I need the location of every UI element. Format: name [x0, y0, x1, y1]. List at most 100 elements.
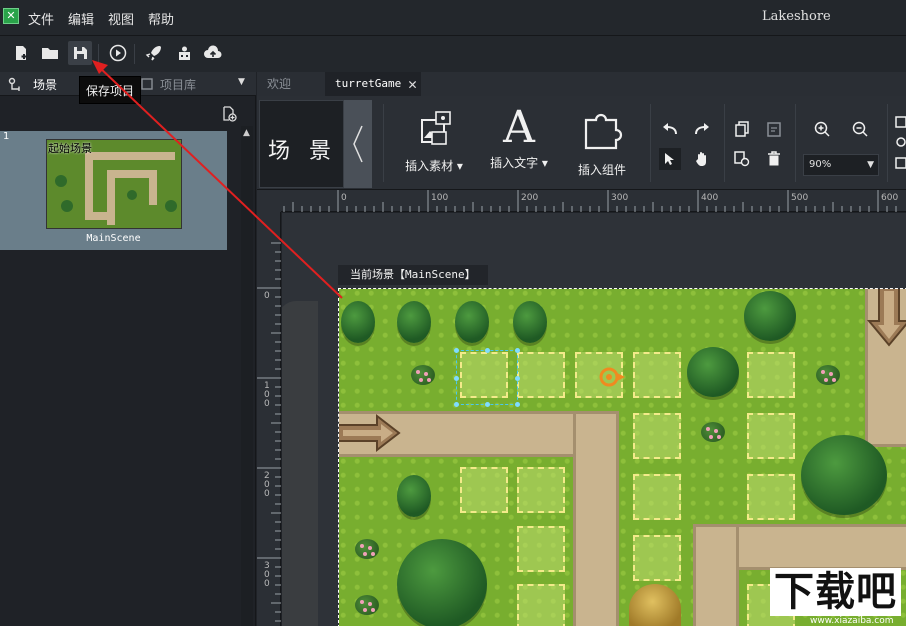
insert-material-button[interactable]: 插入素材 ▾ — [401, 106, 467, 174]
resize-handle[interactable] — [515, 348, 520, 353]
tree-sprite[interactable] — [801, 435, 887, 515]
cursor-arrow-icon — [665, 153, 674, 165]
tower-slot[interactable] — [517, 467, 565, 513]
resize-handle[interactable] — [485, 348, 490, 353]
resize-handle[interactable] — [454, 348, 459, 353]
tower-slot[interactable] — [517, 584, 565, 626]
insert-text-button[interactable]: A 插入文字 ▾ — [485, 106, 553, 171]
tower-slot[interactable] — [517, 352, 565, 398]
tower-slot[interactable] — [747, 474, 795, 520]
copy-button[interactable] — [731, 118, 753, 140]
menu-edit[interactable]: 编辑 — [68, 9, 94, 28]
haystack-sprite[interactable] — [629, 584, 681, 626]
tower-slot[interactable] — [633, 474, 681, 520]
rocket-icon — [145, 46, 161, 61]
toolbar-divider — [134, 44, 135, 64]
insert-component-button[interactable]: 插入组件 — [571, 106, 633, 178]
flower-bush-sprite[interactable] — [411, 365, 435, 385]
add-scene-icon[interactable] — [221, 106, 237, 122]
paste-button[interactable] — [763, 118, 785, 140]
target-marker-icon[interactable] — [599, 366, 629, 388]
select-tool-button[interactable] — [659, 148, 681, 170]
debug-button[interactable] — [172, 41, 196, 65]
app-title: Lakeshore — [762, 9, 831, 24]
ruler-label: 300 — [611, 193, 629, 203]
zoom-out-button[interactable] — [849, 118, 871, 140]
tab-project-library[interactable]: 项目库 — [160, 76, 196, 93]
hand-icon — [696, 152, 706, 166]
flower-bush-sprite[interactable] — [355, 595, 379, 615]
tree-sprite[interactable] — [687, 347, 739, 397]
tower-slot[interactable] — [747, 413, 795, 459]
zoom-in-button[interactable] — [811, 118, 833, 140]
ruler-label: 400 — [701, 193, 719, 203]
tower-slot[interactable] — [517, 526, 565, 572]
tree-sprite[interactable] — [397, 539, 487, 626]
publish-button[interactable] — [142, 41, 166, 65]
tree-sprite[interactable] — [341, 301, 375, 343]
open-project-button[interactable] — [38, 41, 62, 65]
tower-slot[interactable] — [460, 467, 508, 513]
scene-list-scrollbar[interactable]: ▲ — [241, 126, 253, 626]
tab-scenes[interactable]: 场景 — [33, 76, 57, 93]
tree-sprite[interactable] — [744, 291, 796, 341]
ruler-label: 0 — [341, 193, 347, 203]
text-a-icon: A — [503, 102, 535, 153]
title-bar: ✕ 文件 编辑 视图 帮助 Lakeshore — [0, 0, 906, 36]
tower-slot[interactable] — [633, 413, 681, 459]
delete-button[interactable] — [763, 148, 785, 170]
ruler-label: 600 — [881, 193, 899, 203]
ruler-label: 100 — [431, 193, 449, 203]
collapse-ribbon-button[interactable] — [344, 100, 372, 188]
scroll-up-icon[interactable]: ▲ — [243, 128, 250, 138]
tab-turretgame[interactable]: turretGame ✕ — [325, 72, 421, 96]
scene-thumbnail: 起始场景 — [46, 139, 182, 229]
resize-handle[interactable] — [485, 402, 490, 407]
tower-slot[interactable] — [747, 352, 795, 398]
current-scene-caption: 当前场景【MainScene】 — [338, 265, 488, 285]
insert-material-label: 插入素材 ▾ — [405, 159, 463, 173]
flower-bush-sprite[interactable] — [355, 539, 379, 559]
resize-handle[interactable] — [515, 376, 520, 381]
close-tab-icon[interactable]: ✕ — [408, 72, 417, 96]
menu-help[interactable]: 帮助 — [148, 9, 174, 28]
tree-sprite[interactable] — [397, 475, 431, 517]
watermark-logo: 下载吧 — [770, 568, 901, 616]
new-project-button[interactable] — [9, 41, 33, 65]
resize-handle[interactable] — [515, 402, 520, 407]
tree-sprite[interactable] — [397, 301, 431, 343]
tree-sprite[interactable] — [513, 301, 547, 343]
panel-menu-dropdown-icon[interactable]: ▼ — [238, 77, 245, 87]
tab-welcome[interactable]: 欢迎 — [257, 72, 325, 96]
zoom-level-select[interactable]: 90% ▼ — [803, 154, 879, 176]
selection-box[interactable] — [454, 348, 520, 407]
ruler-label: 500 — [791, 193, 809, 203]
tower-slot[interactable] — [633, 352, 681, 398]
undo-button[interactable] — [659, 118, 681, 140]
resize-handle[interactable] — [454, 376, 459, 381]
scene-canvas[interactable]: 当前场景【MainScene】 — [282, 213, 906, 626]
site-watermark: 下载吧 www.xiazaiba.com — [770, 568, 906, 626]
flower-bush-sprite[interactable] — [816, 365, 840, 385]
editor-ribbon: 场 景 插入素材 ▾ A 插入文字 ▾ 插入组件 90% ▼ — [257, 96, 906, 190]
duplicate-button[interactable] — [731, 148, 753, 170]
align-tools-icon[interactable] — [895, 116, 906, 170]
upload-button[interactable] — [201, 41, 225, 65]
scene-list-item[interactable]: 1 起始场景 MainScene — [0, 131, 227, 250]
resize-handle[interactable] — [454, 402, 459, 407]
flower-bush-sprite[interactable] — [701, 422, 725, 442]
library-icon — [141, 78, 153, 90]
scene-panel-header: 场 景 — [259, 100, 344, 188]
save-project-tooltip: 保存项目 — [79, 76, 142, 104]
menu-file[interactable]: 文件 — [28, 9, 54, 28]
puzzle-icon — [584, 113, 623, 150]
redo-button[interactable] — [691, 118, 713, 140]
zoom-in-icon — [814, 121, 830, 137]
tree-sprite[interactable] — [455, 301, 489, 343]
tower-slot[interactable] — [633, 535, 681, 581]
save-project-button[interactable] — [68, 41, 92, 65]
menu-view[interactable]: 视图 — [108, 9, 134, 28]
preview-button[interactable] — [106, 41, 130, 65]
ruler-label: 200 — [264, 471, 270, 499]
pan-tool-button[interactable] — [691, 148, 713, 170]
